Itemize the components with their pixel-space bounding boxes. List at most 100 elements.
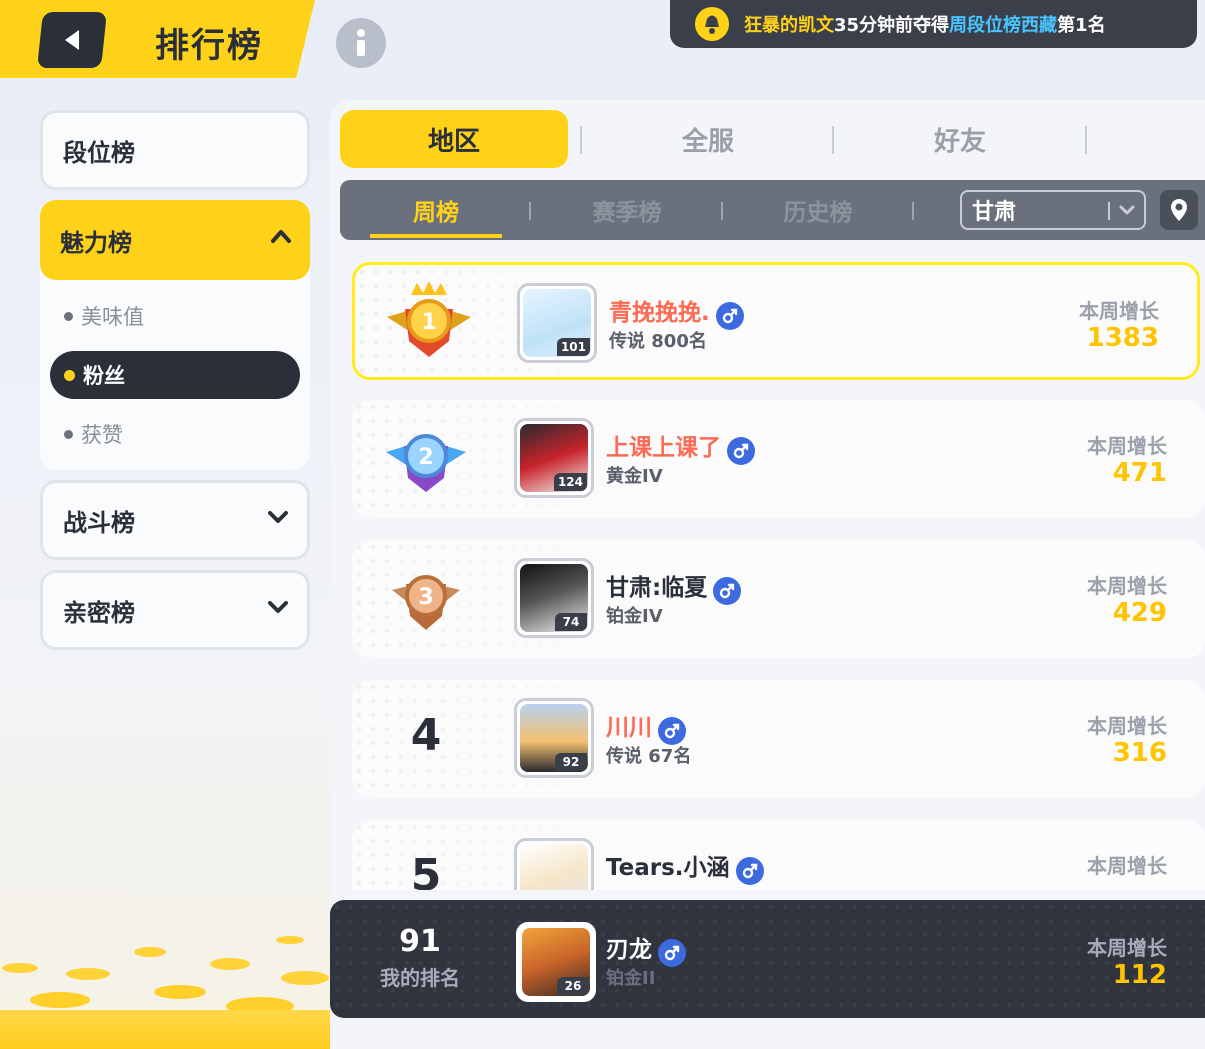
bullet-dot-icon: [64, 429, 73, 439]
region-select-value: 甘肃: [972, 200, 1017, 225]
notice-board: 周段位榜西藏: [949, 15, 1058, 36]
male-gender-icon: [713, 577, 742, 605]
notice-player: 狂暴的凯文: [744, 15, 834, 36]
ranking-row[interactable]: 4 92 川川 传说 67名 本周增长 316: [352, 680, 1205, 798]
bronze-medal-icon: 3: [392, 575, 460, 630]
sidebar-subitem-fans[interactable]: 粉丝: [50, 351, 300, 399]
bullet-dot-icon: [64, 369, 75, 381]
growth-value: 471: [1112, 458, 1167, 488]
player-name-text: 上课上课了: [606, 435, 721, 461]
back-button[interactable]: [37, 12, 107, 68]
tab-friends[interactable]: 好友: [846, 110, 1074, 168]
growth-label: 本周增长: [1087, 574, 1167, 598]
growth-value: 316: [1112, 738, 1167, 768]
sidebar-subitem-label: 美味值: [81, 305, 144, 329]
player-name[interactable]: 川川: [606, 708, 686, 745]
region-select[interactable]: 甘肃: [960, 190, 1146, 230]
row-background: [352, 540, 1205, 658]
back-arrow-icon: [65, 30, 79, 50]
sidebar-subitem-taste[interactable]: 美味值: [50, 292, 300, 340]
subtab-label: 历史榜: [783, 200, 853, 226]
tab-label: 地区: [427, 126, 480, 157]
chevron-down-icon: [268, 601, 288, 613]
level-badge: 124: [553, 473, 587, 491]
chevron-down-icon: [1119, 205, 1135, 215]
subtab-label: 赛季榜: [592, 200, 662, 226]
ranking-row[interactable]: 2 124 上课上课了 黄金IV 本周增长 471: [352, 400, 1205, 518]
level-badge: 101: [556, 338, 590, 356]
avatar[interactable]: [514, 838, 594, 890]
sidebar-subitem-label: 获赞: [81, 423, 123, 447]
player-tier: 传说 67名: [606, 746, 692, 767]
growth-value: 1383: [1086, 323, 1159, 353]
info-icon: [357, 29, 365, 56]
player-name-text: Tears.小涵: [606, 855, 730, 881]
ranking-list[interactable]: 1 101 青挽挽挽. 传说 800名 本周增长 1383 2 124 上课上课…: [340, 250, 1205, 890]
svg-text:2: 2: [418, 445, 433, 470]
tab-divider: [580, 126, 582, 154]
subtab-weekly[interactable]: 周榜: [371, 180, 501, 240]
tab-divider: [1085, 126, 1087, 154]
male-gender-icon: [727, 437, 755, 465]
player-tier: 传说 800名: [609, 331, 707, 352]
sidebar-item-label: 段位榜: [63, 138, 135, 167]
player-name[interactable]: 甘肃:临夏: [606, 568, 742, 605]
sidebar-item-label: 战斗榜: [63, 508, 135, 537]
avatar-image: [520, 844, 588, 890]
male-gender-icon: [658, 717, 686, 745]
svg-text:3: 3: [418, 585, 433, 610]
subtab-season[interactable]: 赛季榜: [562, 180, 692, 240]
row-background: [352, 680, 1205, 798]
notice-rank: 第1名: [1057, 15, 1106, 36]
avatar[interactable]: 92: [514, 698, 594, 778]
player-tier: 黄金IV: [606, 466, 663, 487]
sidebar-item-charm[interactable]: 魅力榜: [40, 200, 310, 280]
tab-region[interactable]: 地区: [340, 110, 568, 168]
info-button[interactable]: [336, 18, 386, 68]
row-background: [352, 400, 1205, 518]
avatar[interactable]: 101: [517, 283, 597, 363]
ranking-row[interactable]: 1 101 青挽挽挽. 传说 800名 本周增长 1383: [352, 262, 1200, 380]
male-gender-icon: [715, 302, 744, 330]
sidebar-item-label: 魅力榜: [60, 228, 132, 257]
sidebar-item-label: 亲密榜: [63, 598, 135, 627]
tab-label: 好友: [933, 126, 986, 157]
broadcast-notice: 狂暴的凯文 35分钟前夺得 周段位榜西藏 第1名: [670, 0, 1197, 48]
player-name[interactable]: 青挽挽挽.: [609, 293, 744, 330]
period-tabs: 周榜 赛季榜 历史榜 甘肃: [340, 180, 1205, 240]
avatar[interactable]: 124: [514, 418, 594, 498]
locate-button[interactable]: [1160, 190, 1198, 230]
sidebar-subitem-likes[interactable]: 获赞: [50, 410, 300, 458]
growth-value: 112: [1112, 960, 1167, 990]
notice-time: 35分钟前夺得: [834, 15, 950, 36]
player-name[interactable]: 刃龙: [606, 930, 686, 967]
player-name-text: 川川: [606, 715, 652, 741]
player-name[interactable]: 上课上课了: [606, 428, 755, 465]
player-name-text: 甘肃:临夏: [606, 575, 708, 601]
player-name-text: 刃龙: [606, 937, 652, 963]
subtab-history[interactable]: 历史榜: [753, 180, 883, 240]
male-gender-icon: [735, 857, 764, 885]
avatar[interactable]: 74: [514, 558, 594, 638]
level-badge: 26: [557, 977, 589, 995]
my-rank-number: 91: [399, 924, 441, 959]
location-pin-icon: [1171, 199, 1187, 221]
ranking-row[interactable]: 3 74 甘肃:临夏 铂金IV 本周增长 429: [352, 540, 1205, 658]
player-name[interactable]: Tears.小涵: [606, 848, 764, 885]
growth-label: 本周增长: [1087, 434, 1167, 458]
rank-number: 5: [410, 850, 442, 890]
my-rank-bar[interactable]: 91 我的排名 26 刃龙 铂金II 本周增长 112: [330, 900, 1205, 1018]
tab-server[interactable]: 全服: [594, 110, 822, 168]
sidebar-item-battle[interactable]: 战斗榜: [40, 480, 310, 560]
sidebar-item-rank[interactable]: 段位榜: [40, 110, 310, 190]
growth-value: 429: [1112, 598, 1167, 628]
bullet-dot-icon: [64, 311, 73, 321]
sidebar-item-intimacy[interactable]: 亲密榜: [40, 570, 310, 650]
avatar[interactable]: 26: [516, 922, 596, 1002]
ranking-row[interactable]: 5 Tears.小涵 本周增长: [352, 820, 1205, 890]
tab-divider: [832, 126, 834, 154]
my-rank-label: 我的排名: [380, 966, 460, 990]
player-tier: 铂金II: [606, 968, 656, 989]
scope-tabs: 地区 全服 好友: [340, 110, 1205, 170]
growth-label: 本周增长: [1087, 936, 1167, 960]
